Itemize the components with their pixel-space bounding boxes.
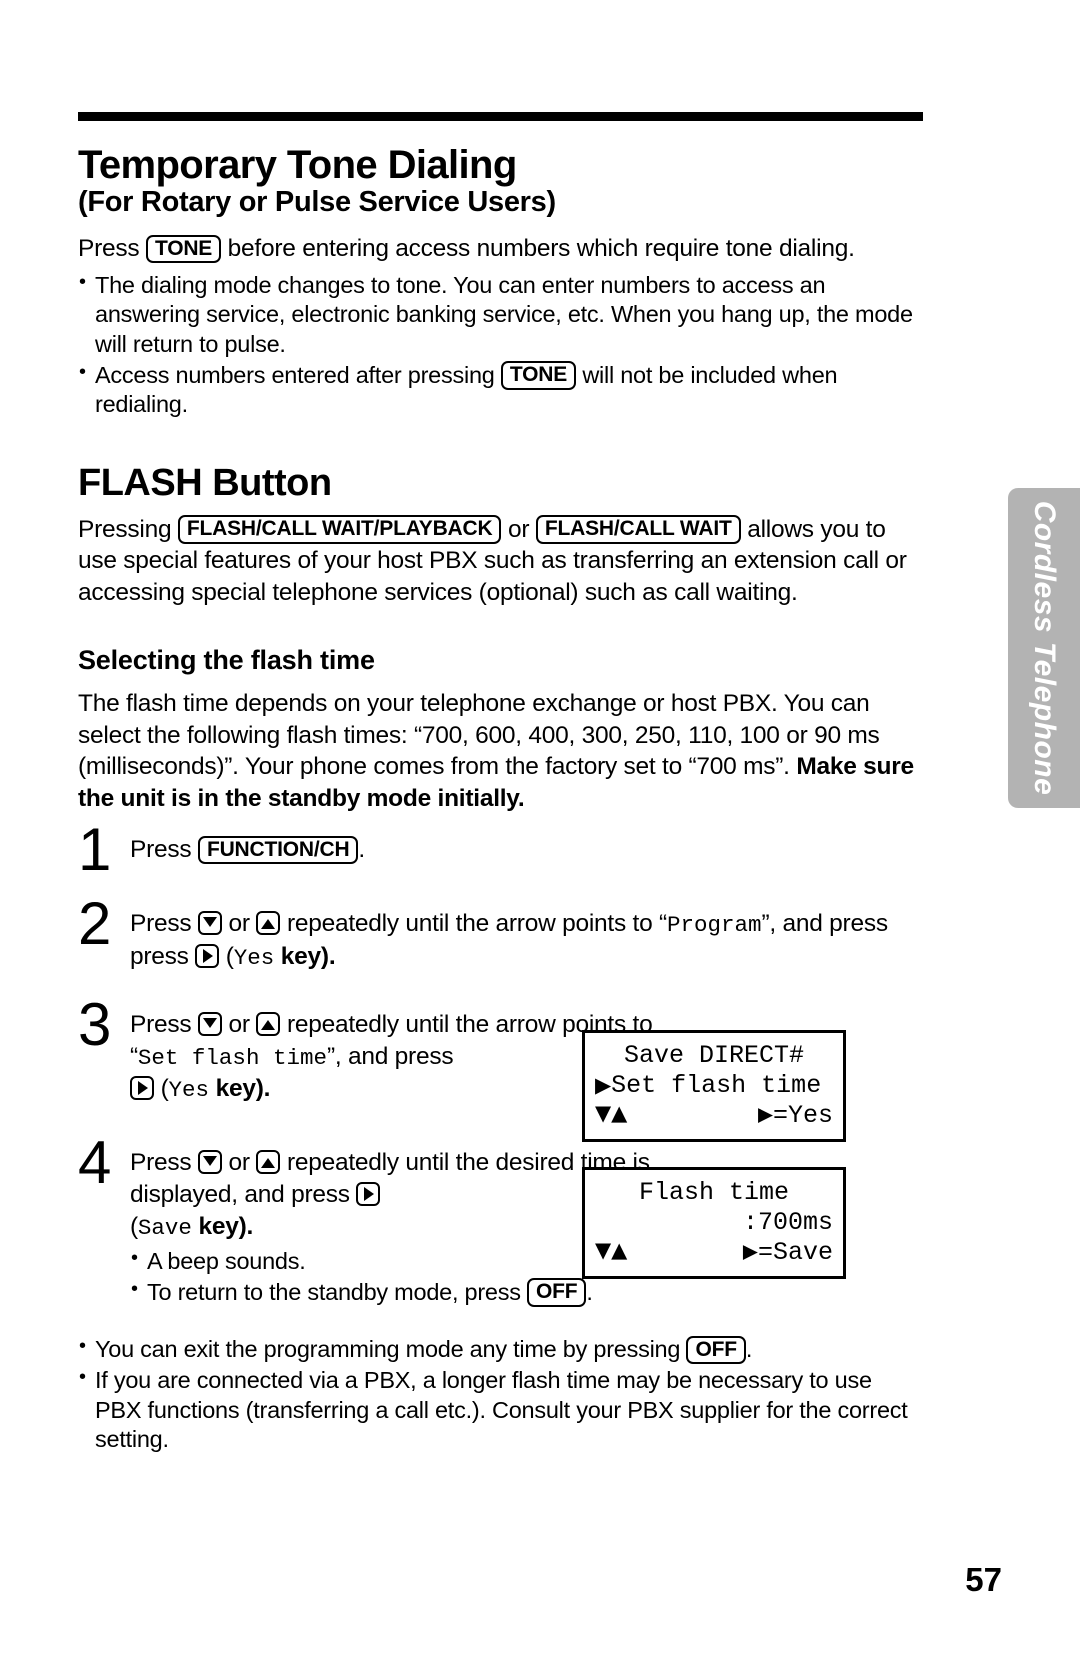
step-1-number: 1 bbox=[78, 816, 112, 884]
off-key-chip: OFF bbox=[527, 1278, 587, 1307]
lcd1-yes-hint: ▶=Yes bbox=[757, 1101, 833, 1130]
step-3-yes-label: Yes bbox=[168, 1077, 209, 1104]
up-arrow-key-icon bbox=[256, 1150, 281, 1175]
manual-page: Cordless Telephone Temporary Tone Dialin… bbox=[0, 0, 1080, 1669]
lcd1-line2: Set flash time bbox=[611, 1071, 822, 1100]
step-4-save-label: Save bbox=[137, 1214, 192, 1241]
tone-bullet-list: The dialing mode changes to tone. You ca… bbox=[78, 270, 923, 420]
step-2-number: 2 bbox=[78, 890, 112, 958]
step-4-bullet-1-text: A beep sounds. bbox=[147, 1248, 306, 1275]
flash-section-title: FLASH Button bbox=[78, 461, 332, 504]
step-1-body: Press FUNCTION/CH. bbox=[130, 830, 923, 866]
tone-intro-before: Press bbox=[78, 235, 140, 263]
selecting-flash-time-paragraph: The flash time depends on your telephone… bbox=[78, 688, 923, 814]
flash-call-wait-key-chip: FLASH/CALL WAIT bbox=[535, 515, 741, 544]
tone-intro-paragraph: Press TONE before entering access number… bbox=[78, 233, 923, 265]
lcd2-line3-row: ▼▲ ▶=Save bbox=[595, 1238, 833, 1268]
step-2-yes-label: Yes bbox=[233, 944, 275, 971]
bottom-note-2-text: If you are connected via a PBX, a longer… bbox=[95, 1367, 908, 1453]
page-subtitle: (For Rotary or Pulse Service Users) bbox=[78, 186, 556, 219]
right-arrow-key-icon bbox=[130, 1076, 154, 1101]
step-4-or-label: or bbox=[228, 1149, 251, 1177]
lcd2-updown-arrows-icon: ▼▲ bbox=[595, 1238, 628, 1262]
step-1-press-label: Press bbox=[130, 836, 192, 864]
tone-key-chip: TONE bbox=[145, 234, 222, 264]
lcd1-updown-arrows-icon: ▼▲ bbox=[595, 1101, 628, 1125]
step-2-body: Press or repeatedly until the arrow poin… bbox=[130, 910, 888, 971]
up-arrow-key-icon bbox=[256, 1011, 281, 1036]
step-3-text-after: , and press bbox=[334, 1042, 454, 1070]
lcd1-selection-arrow-icon: ▶ bbox=[595, 1073, 612, 1097]
lcd1-line2-row: ▶Set flash time bbox=[595, 1071, 833, 1101]
step-2: 2 Press or repeatedly until the arrow po… bbox=[78, 894, 923, 973]
down-arrow-key-icon bbox=[197, 1011, 222, 1036]
step-2-paren: ( bbox=[225, 942, 234, 970]
page-title: Temporary Tone Dialing bbox=[78, 143, 517, 187]
step-4-press-label: Press bbox=[130, 1149, 192, 1177]
step-3-press-label: Press bbox=[130, 1010, 192, 1038]
step-4-bullet-2-after: . bbox=[586, 1278, 593, 1305]
step-2-press-label-2: press bbox=[130, 942, 189, 970]
step-3-target-set-flash-time: Set flash time bbox=[137, 1044, 327, 1071]
step-2-key-word: key). bbox=[280, 942, 336, 970]
step-1-period: . bbox=[358, 836, 365, 864]
down-arrow-key-icon bbox=[197, 911, 222, 936]
step-4-bullet-2-before: To return to the standby mode, press bbox=[147, 1278, 521, 1305]
step-2-text-mid: repeatedly until the arrow points to bbox=[286, 910, 653, 938]
flash-intro-paragraph: Pressing FLASH/CALL WAIT/PLAYBACK or FLA… bbox=[78, 514, 923, 609]
page-number: 57 bbox=[965, 1561, 1002, 1598]
side-tab-cordless-telephone: Cordless Telephone bbox=[1008, 488, 1080, 808]
tone-bullet-2: Access numbers entered after pressing TO… bbox=[78, 359, 923, 420]
flash-call-wait-playback-key-chip: FLASH/CALL WAIT/PLAYBACK bbox=[177, 515, 502, 544]
lcd2-line2: :700ms bbox=[742, 1208, 833, 1237]
side-tab-label: Cordless Telephone bbox=[1028, 500, 1061, 796]
tone-intro-after: before entering access numbers which req… bbox=[227, 235, 855, 263]
tone-bullet-1-text: The dialing mode changes to tone. You ca… bbox=[95, 271, 913, 357]
lcd2-line1: Flash time bbox=[638, 1178, 790, 1207]
step-3-or-label: or bbox=[228, 1010, 251, 1038]
lcd1-line3-row: ▼▲ ▶=Yes bbox=[595, 1101, 833, 1131]
lcd1-line1: Save DIRECT# bbox=[623, 1041, 805, 1070]
step-4-paren: ( bbox=[130, 1212, 138, 1240]
step-1: 1 Press FUNCTION/CH. bbox=[78, 820, 923, 886]
right-arrow-key-icon bbox=[195, 943, 220, 968]
tone-bullet-1: The dialing mode changes to tone. You ca… bbox=[78, 270, 923, 360]
bottom-note-2: If you are connected via a PBX, a longer… bbox=[78, 1365, 923, 1455]
function-ch-key-chip: FUNCTION/CH bbox=[197, 835, 359, 865]
step-3-number: 3 bbox=[78, 990, 112, 1058]
step-3-key-word: key). bbox=[215, 1075, 271, 1103]
lcd2-save-hint: ▶=Save bbox=[742, 1238, 833, 1267]
lcd-display-set-flash-time: Save DIRECT# ▶Set flash time ▼▲ ▶=Yes bbox=[582, 1030, 846, 1142]
step-4-bullet-2: To return to the standby mode, press OFF… bbox=[130, 1277, 670, 1308]
step-2-text-after: , and press bbox=[769, 910, 888, 938]
tone-key-chip-2: TONE bbox=[500, 361, 577, 390]
tone-bullet-2-before: Access numbers entered after pressing bbox=[95, 361, 495, 388]
off-key-chip-2: OFF bbox=[686, 1335, 746, 1365]
step-2-or-label: or bbox=[228, 910, 251, 938]
bottom-note-1-after: . bbox=[745, 1336, 753, 1363]
bottom-notes-list: You can exit the programming mode any ti… bbox=[78, 1334, 923, 1455]
down-arrow-key-icon bbox=[197, 1150, 222, 1175]
flash-intro-before: Pressing bbox=[78, 515, 172, 543]
selecting-flash-time-heading: Selecting the flash time bbox=[78, 645, 375, 676]
step-4-key-word: key). bbox=[198, 1212, 254, 1240]
step-4-number: 4 bbox=[78, 1129, 112, 1197]
right-arrow-key-icon bbox=[356, 1182, 381, 1207]
lcd-display-flash-time: Flash time :700ms ▼▲ ▶=Save bbox=[582, 1167, 846, 1279]
step-2-press-label: Press bbox=[130, 910, 192, 938]
flash-time-paragraph-text: The flash time depends on your telephone… bbox=[78, 690, 880, 781]
step-2-target-program: Program bbox=[666, 912, 762, 939]
up-arrow-key-icon bbox=[256, 911, 281, 936]
bottom-note-1-before: You can exit the programming mode any ti… bbox=[95, 1336, 681, 1363]
top-divider-rule bbox=[78, 112, 923, 121]
flash-intro-middle: or bbox=[508, 515, 530, 543]
bottom-note-1: You can exit the programming mode any ti… bbox=[78, 1334, 923, 1365]
